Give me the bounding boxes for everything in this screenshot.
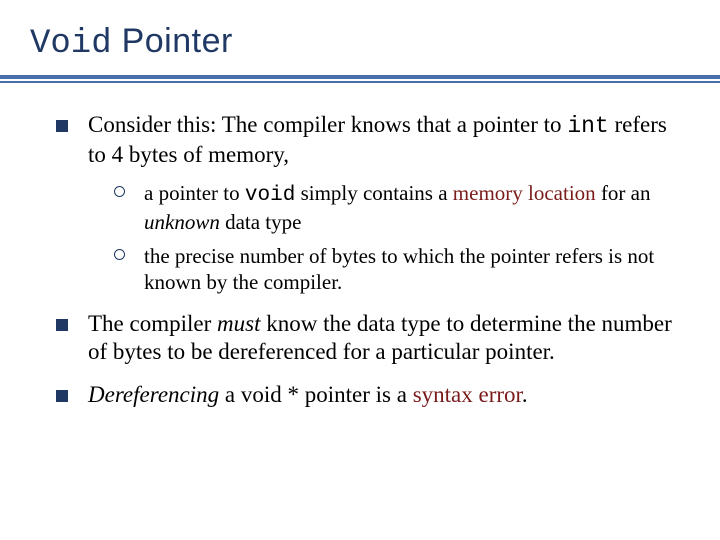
circle-bullet-icon: [114, 249, 125, 260]
s1-mid: simply contains a: [295, 181, 452, 205]
bullet-list: Consider this: The compiler knows that a…: [30, 111, 690, 410]
bullet-2: The compiler must know the data type to …: [56, 310, 690, 368]
square-bullet-icon: [56, 319, 68, 331]
title-rest: Pointer: [112, 22, 233, 60]
b2-must: must: [217, 311, 260, 336]
b3-mid: a void * pointer is a: [219, 382, 413, 407]
bullet-1: Consider this: The compiler knows that a…: [56, 111, 690, 296]
square-bullet-icon: [56, 120, 68, 132]
b3-deref: Dereferencing: [88, 382, 219, 407]
slide-title: Void Pointer: [30, 22, 690, 63]
b3-post: .: [522, 382, 528, 407]
slide-body: Consider this: The compiler knows that a…: [30, 83, 690, 410]
bullet-3: Dereferencing a void * pointer is a synt…: [56, 381, 690, 410]
sub-bullet-2: the precise number of bytes to which the…: [114, 243, 690, 296]
s2-text: the precise number of bytes to which the…: [144, 244, 654, 294]
slide: Void Pointer Consider this: The compiler…: [0, 0, 720, 540]
s1-mid2: for an: [596, 181, 651, 205]
circle-bullet-icon: [114, 186, 125, 197]
b1-code: int: [567, 113, 608, 139]
b3-err: syntax error: [413, 382, 522, 407]
sub-list-1: a pointer to void simply contains a memo…: [88, 180, 690, 296]
b2-pre: The compiler: [88, 311, 217, 336]
s1-mem: memory location: [453, 181, 596, 205]
s1-post: data type: [220, 210, 302, 234]
sub-bullet-1: a pointer to void simply contains a memo…: [114, 180, 690, 236]
s1-unk: unknown: [144, 210, 220, 234]
square-bullet-icon: [56, 390, 68, 402]
title-code: Void: [30, 25, 112, 63]
rule-thick: [0, 75, 720, 79]
s1-pre: a pointer to: [144, 181, 245, 205]
title-underline: [0, 71, 720, 83]
b1-pre: Consider this: The compiler knows that a…: [88, 112, 567, 137]
s1-code: void: [245, 184, 295, 207]
